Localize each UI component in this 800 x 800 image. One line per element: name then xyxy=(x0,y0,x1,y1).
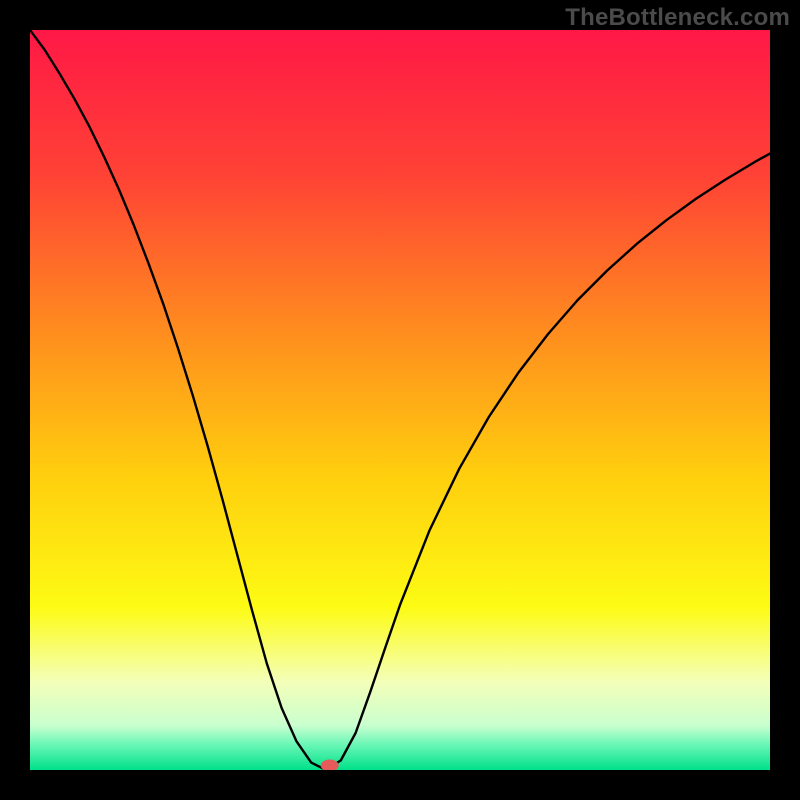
chart-frame: TheBottleneck.com xyxy=(0,0,800,800)
plot-background xyxy=(30,30,770,770)
bottleneck-chart xyxy=(30,30,770,770)
watermark-text: TheBottleneck.com xyxy=(565,4,790,32)
